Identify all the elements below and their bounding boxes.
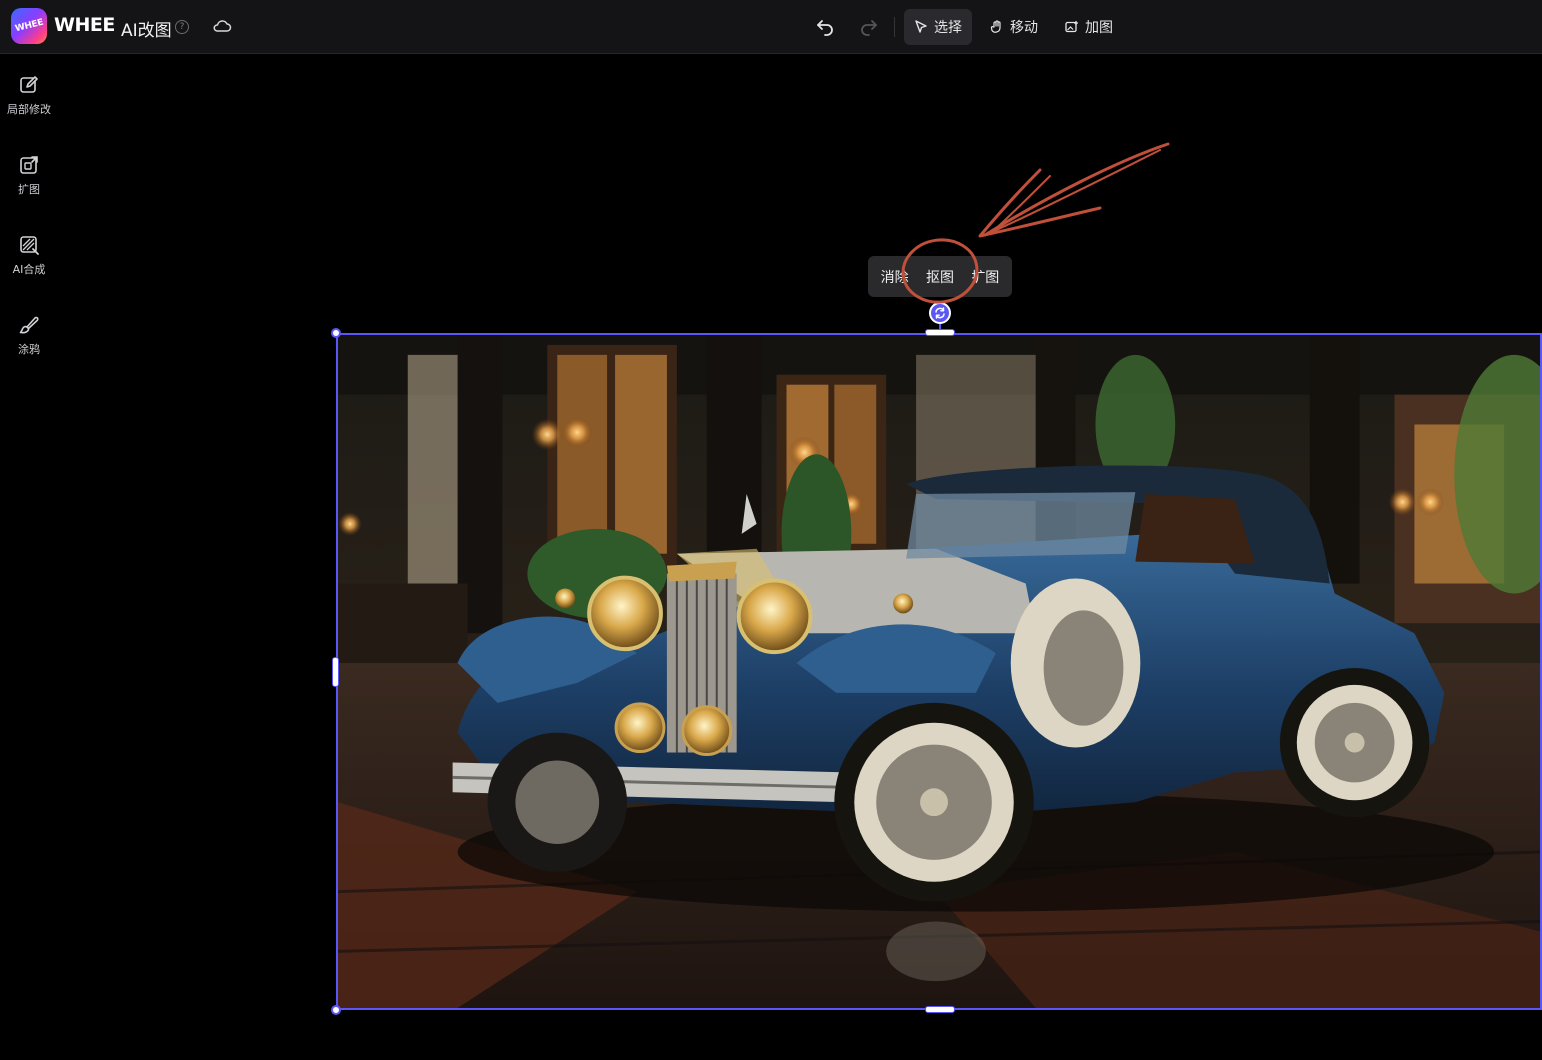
image-context-menu: 消除 抠图 扩图 bbox=[868, 256, 1012, 297]
move-tool-label: 移动 bbox=[1010, 20, 1038, 36]
sidebar-item-label: 局部修改 bbox=[7, 103, 51, 116]
hand-icon bbox=[990, 20, 1001, 33]
rotate-icon bbox=[935, 307, 945, 319]
cloud-icon[interactable] bbox=[212, 17, 232, 35]
move-tool-button[interactable]: 移动 bbox=[980, 9, 1048, 45]
car-photo bbox=[338, 335, 1540, 1008]
product-title: AI改图 bbox=[121, 21, 172, 41]
help-icon[interactable]: ? bbox=[175, 20, 189, 34]
add-image-icon bbox=[1065, 21, 1078, 33]
expand-option[interactable]: 扩图 bbox=[966, 263, 1004, 291]
edit-icon bbox=[20, 76, 38, 93]
expand-icon bbox=[20, 156, 38, 174]
top-bar: WHEE WHEE AI改图 ? 选择 移动 加图 bbox=[0, 0, 1542, 54]
erase-option[interactable]: 消除 bbox=[876, 263, 914, 291]
ai-compose-icon bbox=[20, 236, 39, 255]
sidebar-item-local-edit[interactable]: 局部修改 bbox=[0, 70, 58, 130]
selected-image[interactable] bbox=[336, 333, 1542, 1010]
cursor-icon bbox=[915, 20, 927, 33]
brand-name: WHEE bbox=[54, 14, 115, 36]
resize-handle-top-left[interactable] bbox=[331, 328, 341, 338]
select-tool-label: 选择 bbox=[934, 20, 962, 36]
sidebar-item-ai-compose[interactable]: AI合成 bbox=[0, 230, 58, 290]
resize-handle-left[interactable] bbox=[332, 657, 339, 687]
toolbar-divider bbox=[894, 17, 895, 37]
resize-handle-top[interactable] bbox=[925, 329, 955, 336]
sidebar-item-label: 扩图 bbox=[18, 183, 40, 196]
logo-text: WHEE bbox=[13, 17, 45, 35]
resize-handle-bottom[interactable] bbox=[925, 1006, 955, 1013]
rotate-handle[interactable] bbox=[929, 302, 951, 324]
sidebar-item-doodle[interactable]: 涂鸦 bbox=[0, 310, 58, 370]
sidebar-item-label: 涂鸦 bbox=[18, 343, 40, 356]
add-image-button[interactable]: 加图 bbox=[1055, 9, 1123, 45]
add-image-label: 加图 bbox=[1085, 20, 1113, 36]
sidebar-item-expand[interactable]: 扩图 bbox=[0, 150, 58, 210]
undo-icon[interactable] bbox=[814, 16, 836, 38]
sidebar-item-label: AI合成 bbox=[12, 263, 46, 276]
redo-icon[interactable] bbox=[858, 16, 880, 38]
resize-handle-bottom-left[interactable] bbox=[331, 1005, 341, 1015]
cutout-option[interactable]: 抠图 bbox=[921, 263, 959, 291]
select-tool-button[interactable]: 选择 bbox=[904, 9, 972, 45]
brush-icon bbox=[19, 316, 39, 334]
app-logo[interactable]: WHEE bbox=[11, 8, 47, 44]
